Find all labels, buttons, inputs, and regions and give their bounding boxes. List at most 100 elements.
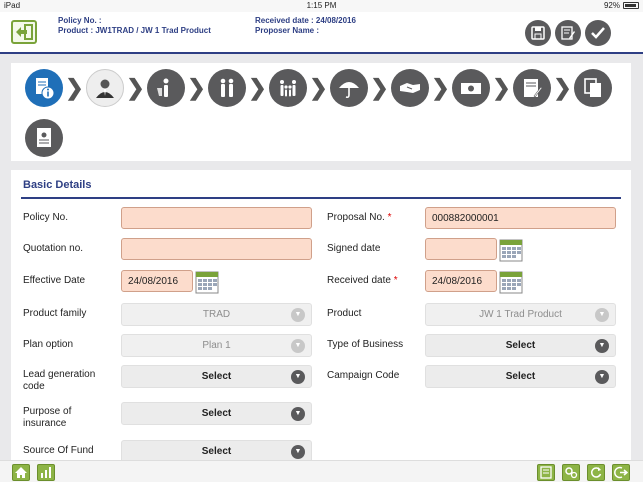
required-marker: * [393, 275, 398, 286]
exit-button[interactable] [612, 464, 630, 481]
form-sign-icon [524, 79, 543, 98]
step-circle [86, 69, 124, 107]
exit-icon [614, 466, 628, 479]
purpose-of-insurance-select[interactable]: Select ▼ [121, 402, 312, 425]
section-divider [21, 197, 621, 199]
confirm-button[interactable] [585, 20, 611, 46]
chevron-down-icon: ▼ [595, 339, 609, 353]
step-couple[interactable]: ❯ [208, 69, 269, 107]
step-agreement[interactable]: ❯ [391, 69, 452, 107]
effective-date-label: Effective Date [23, 275, 86, 286]
step-circle [208, 69, 246, 107]
calendar-icon [195, 271, 219, 294]
header-actions [525, 20, 611, 46]
lead-generation-code-value: Select [201, 371, 232, 382]
quotation-no-input[interactable] [121, 238, 312, 260]
chevron-down-icon: ▼ [595, 370, 609, 384]
info-document-icon [36, 78, 55, 100]
calendar-icon [499, 271, 523, 294]
plan-option-select: Plan 1 ▼ [121, 334, 312, 357]
campaign-code-value: Select [505, 371, 536, 382]
back-arrow-icon [16, 24, 33, 40]
status-bar: iPad 1:15 PM 92% [0, 0, 643, 12]
chevron-right-icon: ❯ [431, 75, 450, 100]
chevron-down-icon: ▼ [291, 407, 305, 421]
step-certificate[interactable] [25, 119, 63, 157]
step-person-info[interactable]: ❯ [147, 69, 208, 107]
save-button[interactable] [525, 20, 551, 46]
proposer-name-label: Proposer Name : [255, 26, 320, 35]
edit-document-icon [561, 26, 575, 40]
notes-icon [540, 466, 552, 479]
chevron-down-icon: ▼ [291, 308, 305, 322]
product-family-label: Product family [23, 308, 87, 319]
lead-generation-code-select[interactable]: Select ▼ [121, 365, 312, 388]
save-icon [531, 26, 545, 40]
home-icon [15, 467, 27, 478]
product-family-value: TRAD [202, 309, 231, 320]
type-of-business-label: Type of Business [327, 339, 404, 350]
basic-details-form: Basic Details Policy No. Proposal No. * … [11, 170, 631, 460]
received-date-calendar-button[interactable] [499, 270, 523, 294]
plan-option-label: Plan option [23, 339, 74, 350]
policy-no-label: Policy No. : [58, 16, 102, 25]
step-family[interactable]: ❯ [269, 69, 330, 107]
chevron-down-icon: ▼ [595, 308, 609, 322]
signed-date-input[interactable] [425, 238, 497, 260]
couple-icon [220, 78, 234, 97]
received-date-label: Received date * [327, 275, 398, 287]
family-icon [280, 80, 296, 97]
steps-row: ❯ ❯ ❯ ❯ ❯ ❯ ❯ ❯ ❯ [25, 69, 612, 107]
campaign-code-label: Campaign Code [327, 370, 400, 381]
purpose-of-insurance-value: Select [201, 408, 232, 419]
edit-button[interactable] [555, 20, 581, 46]
product-label: Product [327, 308, 362, 319]
signed-date-calendar-button[interactable] [499, 238, 523, 262]
received-date-input[interactable]: 24/08/2016 [425, 270, 497, 292]
refresh-button[interactable] [587, 464, 605, 481]
source-of-fund-select[interactable]: Select ▼ [121, 440, 312, 460]
policy-no-input[interactable] [121, 207, 312, 229]
chevron-right-icon: ❯ [248, 75, 267, 100]
step-agent[interactable]: ❯ [86, 69, 147, 107]
home-button[interactable] [12, 464, 30, 481]
app-header: Policy No. : Product : JW1TRAD / JW 1 Tr… [0, 12, 643, 54]
step-coverage[interactable]: ❯ [330, 69, 391, 107]
policy-no-label: Policy No. [23, 212, 69, 223]
quotation-no-label: Quotation no. [23, 243, 84, 254]
campaign-code-select[interactable]: Select ▼ [425, 365, 616, 388]
step-documents[interactable] [574, 69, 612, 107]
umbrella-icon [339, 82, 359, 99]
received-date-label: Received date : 24/08/2016 [255, 16, 356, 25]
reports-button[interactable] [37, 464, 55, 481]
step-circle [391, 69, 429, 107]
proposal-info: Received date : 24/08/2016 Proposer Name… [255, 16, 356, 36]
required-marker: * [387, 212, 392, 223]
chevron-down-icon: ▼ [291, 370, 305, 384]
effective-date-calendar-button[interactable] [195, 270, 219, 294]
product-family-select: TRAD ▼ [121, 303, 312, 326]
purpose-label-line1: Purpose of [23, 406, 72, 417]
proposal-no-input[interactable]: 000882000001 [425, 207, 616, 229]
effective-date-input[interactable]: 24/08/2016 [121, 270, 193, 292]
plan-option-value: Plan 1 [202, 340, 231, 351]
step-payment[interactable]: ❯ [452, 69, 513, 107]
back-button[interactable] [11, 20, 37, 44]
signed-date-label: Signed date [327, 243, 381, 254]
step-declaration[interactable]: ❯ [513, 69, 574, 107]
type-of-business-select[interactable]: Select ▼ [425, 334, 616, 357]
step-basic-details[interactable]: ❯ [25, 69, 86, 107]
person-info-icon [157, 78, 169, 97]
step-circle [25, 119, 63, 157]
step-circle [269, 69, 307, 107]
notes-button[interactable] [537, 464, 555, 481]
proposal-no-label-text: Proposal No. [327, 212, 385, 223]
status-right: 92% [604, 1, 639, 10]
section-title: Basic Details [23, 179, 92, 191]
settings-button[interactable] [562, 464, 580, 481]
purpose-of-insurance-label: Purpose of insurance [23, 406, 71, 430]
lead-generation-label-line1: Lead generation [23, 369, 96, 380]
agent-photo-icon [96, 79, 114, 98]
chevron-right-icon: ❯ [492, 75, 511, 100]
step-circle [147, 69, 185, 107]
